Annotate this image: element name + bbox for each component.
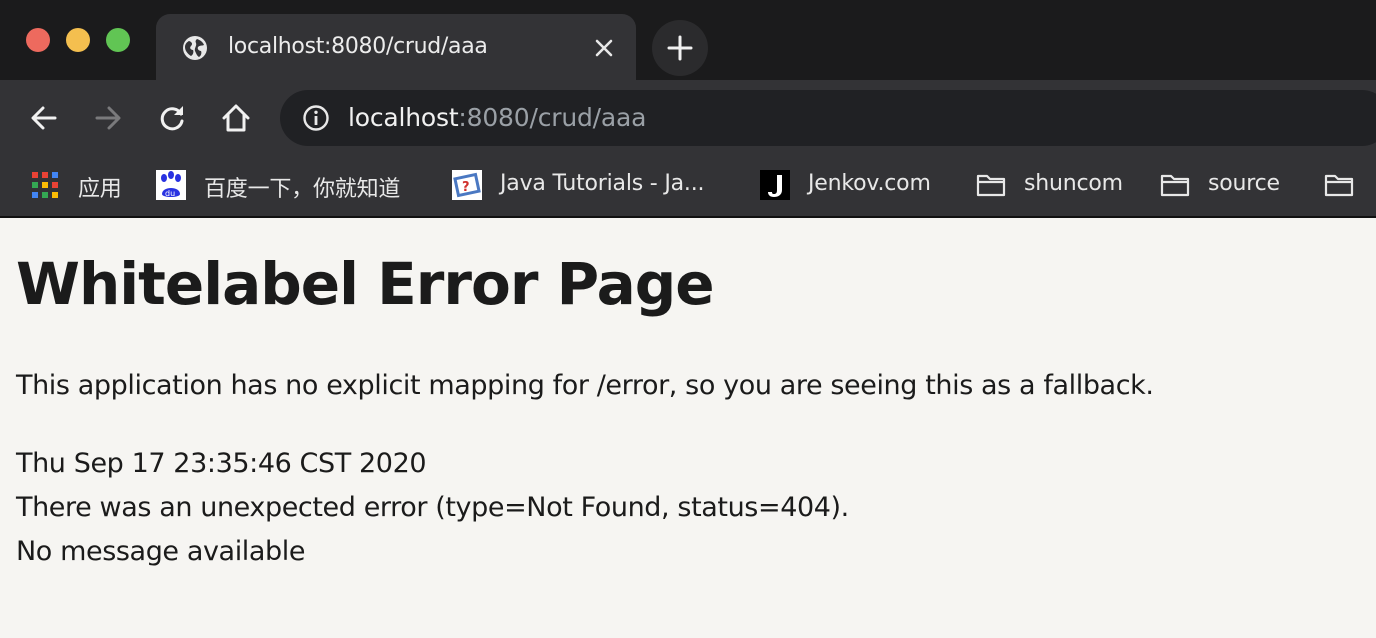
home-icon[interactable] <box>220 102 252 134</box>
close-window-button[interactable] <box>26 28 50 52</box>
url-text[interactable]: localhost:8080/crud/aaa <box>348 103 646 132</box>
reload-icon[interactable] <box>156 102 188 134</box>
error-type-status: There was an unexpected error (type=Not … <box>16 492 849 523</box>
bookmark-label: source <box>1208 171 1280 196</box>
bookmark-label: 百度一下，你就知道 <box>204 177 401 202</box>
tab-title: localhost:8080/crud/aaa <box>228 34 488 59</box>
globe-icon <box>183 36 207 60</box>
tab-strip: localhost:8080/crud/aaa <box>0 0 1376 80</box>
error-timestamp: Thu Sep 17 23:35:46 CST 2020 <box>16 448 427 479</box>
bookmark-folder-truncated[interactable] <box>1324 168 1376 202</box>
back-arrow-icon[interactable] <box>28 102 60 134</box>
minimize-window-button[interactable] <box>66 28 90 52</box>
address-bar[interactable]: localhost:8080/crud/aaa <box>280 90 1376 146</box>
plus-icon <box>667 35 693 61</box>
page-title: Whitelabel Error Page <box>16 250 715 318</box>
error-description: This application has no explicit mapping… <box>16 370 1154 401</box>
bookmarks-bar: 应用 du 百度一下，你就知道 ? Java Tutorials - Ja...… <box>0 156 1376 218</box>
active-tab[interactable]: localhost:8080/crud/aaa <box>156 14 636 80</box>
folder-icon <box>1160 174 1190 197</box>
forward-arrow-icon[interactable] <box>92 102 124 134</box>
bookmark-label: 应用 <box>78 177 122 202</box>
bookmark-label: shuncom <box>1024 171 1123 196</box>
apps-grid-icon <box>32 172 58 198</box>
folder-icon <box>1324 174 1354 197</box>
url-host: localhost <box>348 103 459 132</box>
svg-text:du: du <box>165 189 175 198</box>
close-tab-icon[interactable] <box>592 36 616 60</box>
java-tutorials-icon: ? <box>452 170 482 200</box>
url-path: :8080/crud/aaa <box>458 103 647 132</box>
new-tab-button[interactable] <box>652 20 708 76</box>
browser-toolbar: localhost:8080/crud/aaa <box>0 80 1376 156</box>
bookmark-label: Jenkov.com <box>808 171 931 196</box>
error-message: No message available <box>16 536 306 567</box>
baidu-paw-icon: du <box>156 170 186 200</box>
svg-text:?: ? <box>462 180 470 195</box>
bookmark-label: Java Tutorials - Ja... <box>500 171 705 196</box>
zoom-window-button[interactable] <box>106 28 130 52</box>
site-info-icon[interactable] <box>302 104 330 132</box>
folder-icon <box>976 174 1006 197</box>
jenkov-j-icon <box>760 170 790 200</box>
